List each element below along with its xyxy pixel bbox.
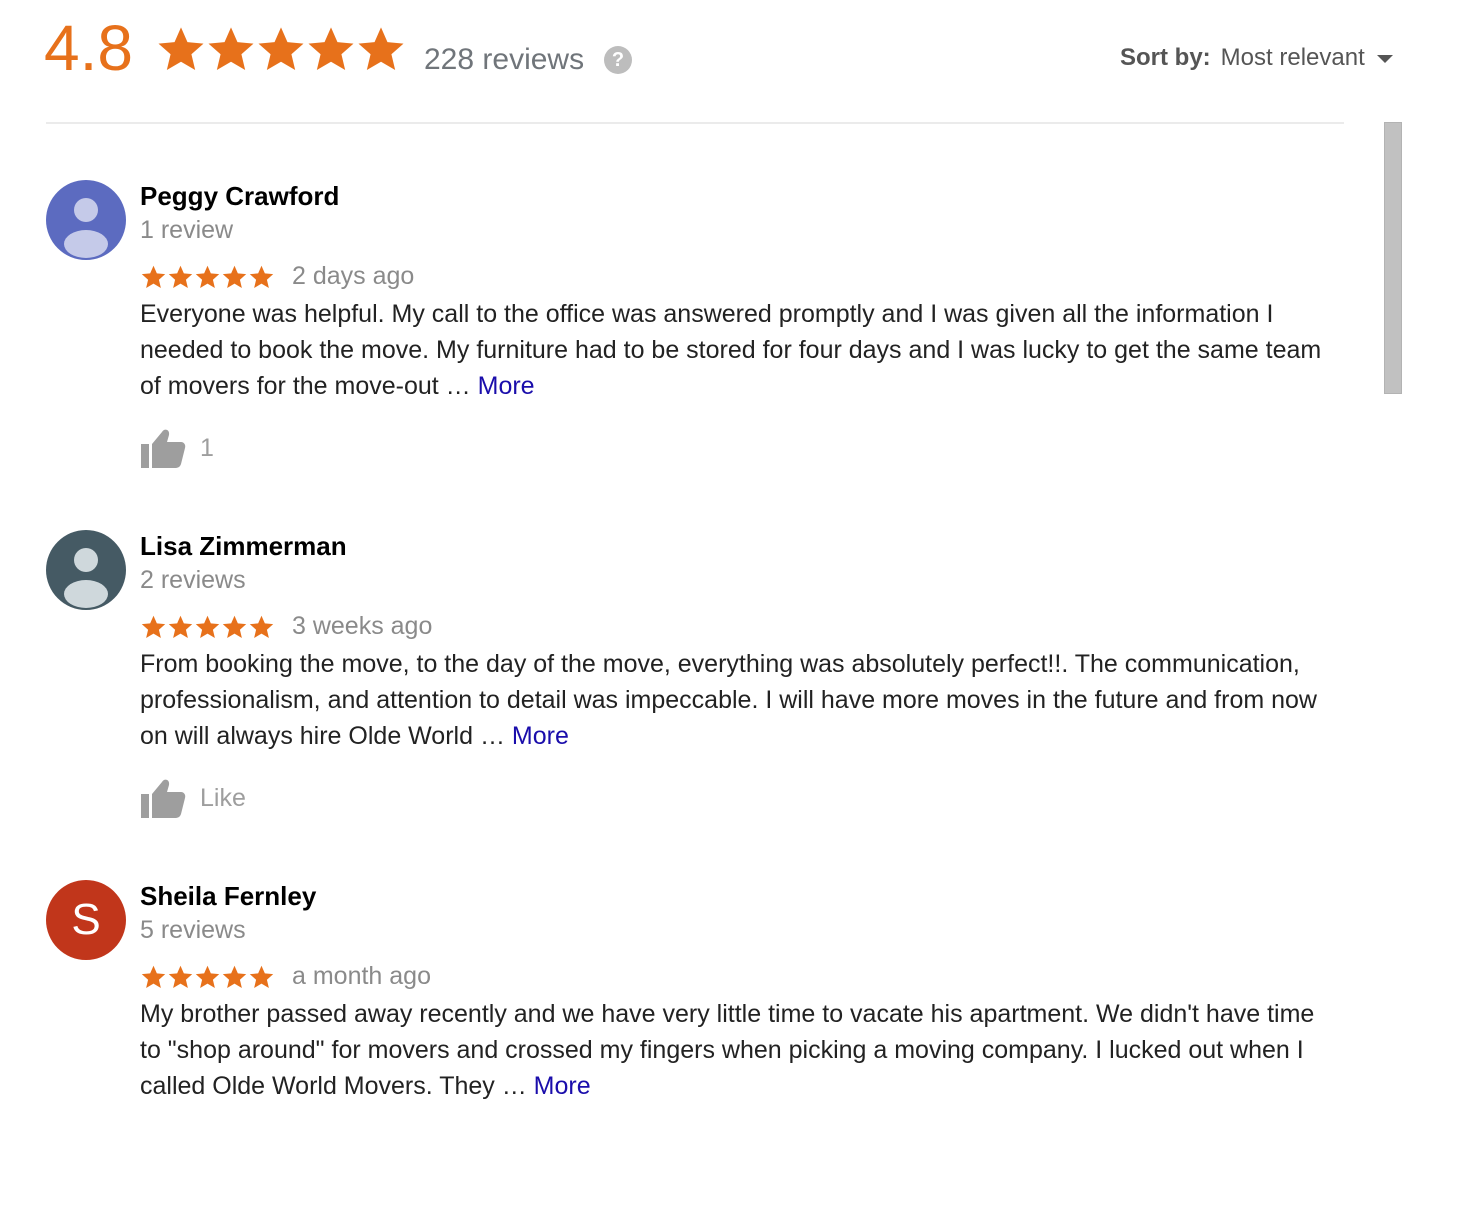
review-item: Peggy Crawford 1 review 2 days ago Every…: [0, 180, 1380, 520]
star-icon: [358, 27, 404, 71]
star-icon: [222, 615, 247, 638]
like-button[interactable]: 1: [140, 426, 214, 470]
sort-dropdown[interactable]: Sort by: Most relevant: [1120, 40, 1393, 76]
thumbs-up-icon: [141, 429, 186, 468]
star-icon: [141, 965, 166, 988]
total-review-count: 228 reviews: [424, 43, 585, 76]
header-divider: [46, 122, 1344, 124]
review-body: From booking the move, to the day of the…: [140, 650, 1317, 750]
review-text: My brother passed away recently and we h…: [140, 996, 1340, 1104]
reviewer-name[interactable]: Sheila Fernley: [140, 880, 316, 912]
star-icon: [141, 615, 166, 638]
star-icon: [308, 27, 354, 71]
review-stars: [140, 964, 275, 990]
reviewer-review-count[interactable]: 2 reviews: [140, 564, 246, 596]
scrollbar-thumb[interactable]: [1384, 122, 1402, 394]
sort-label: Sort by:: [1120, 44, 1211, 71]
star-icon: [249, 265, 274, 288]
review-body: My brother passed away recently and we h…: [140, 1000, 1315, 1100]
average-rating-stars: [156, 24, 406, 76]
like-label: Like: [200, 784, 246, 812]
help-icon[interactable]: ?: [604, 46, 632, 74]
avatar[interactable]: S: [46, 880, 126, 960]
star-icon: [195, 265, 220, 288]
reviewer-name[interactable]: Lisa Zimmerman: [140, 530, 347, 562]
star-icon: [249, 965, 274, 988]
star-icon: [249, 615, 274, 638]
avatar[interactable]: [46, 180, 126, 260]
reviewer-review-count[interactable]: 5 reviews: [140, 914, 246, 946]
avatar-letter: S: [71, 895, 101, 944]
caret-down-icon: [1376, 55, 1393, 63]
review-date: 2 days ago: [292, 262, 415, 290]
more-link[interactable]: More: [512, 722, 569, 750]
more-link[interactable]: More: [534, 1072, 591, 1100]
star-icon: [208, 27, 254, 71]
avatar[interactable]: [46, 530, 126, 610]
review-text: Everyone was helpful. My call to the off…: [140, 296, 1340, 404]
review-stars: [140, 614, 275, 640]
star-icon: [195, 965, 220, 988]
reviewer-name[interactable]: Peggy Crawford: [140, 180, 339, 212]
star-icon: [168, 965, 193, 988]
person-icon: [46, 530, 126, 610]
like-button[interactable]: Like: [140, 776, 246, 820]
star-icon: [158, 27, 204, 71]
review-item: Lisa Zimmerman 2 reviews 3 weeks ago Fro…: [0, 530, 1380, 870]
review-date: 3 weeks ago: [292, 612, 433, 640]
person-icon: [46, 180, 126, 260]
star-icon: [222, 265, 247, 288]
star-icon: [168, 615, 193, 638]
sort-value: Most relevant: [1220, 44, 1365, 71]
star-icon: [258, 27, 304, 71]
average-rating: 4.8: [44, 12, 133, 84]
star-icon: [141, 265, 166, 288]
star-icon: [222, 965, 247, 988]
review-body: Everyone was helpful. My call to the off…: [140, 300, 1322, 400]
reviews-header: 4.8 228 reviews ? Sort by: Most relevant: [0, 0, 1464, 122]
review-text: From booking the move, to the day of the…: [140, 646, 1340, 754]
review-stars: [140, 264, 275, 290]
star-icon: [168, 265, 193, 288]
reviewer-review-count[interactable]: 1 review: [140, 214, 233, 246]
review-date: a month ago: [292, 962, 431, 990]
like-count: 1: [200, 434, 214, 462]
more-link[interactable]: More: [478, 372, 535, 400]
star-icon: [195, 615, 220, 638]
thumbs-up-icon: [141, 779, 186, 818]
review-item: S Sheila Fernley 5 reviews a month ago M…: [0, 880, 1380, 1220]
